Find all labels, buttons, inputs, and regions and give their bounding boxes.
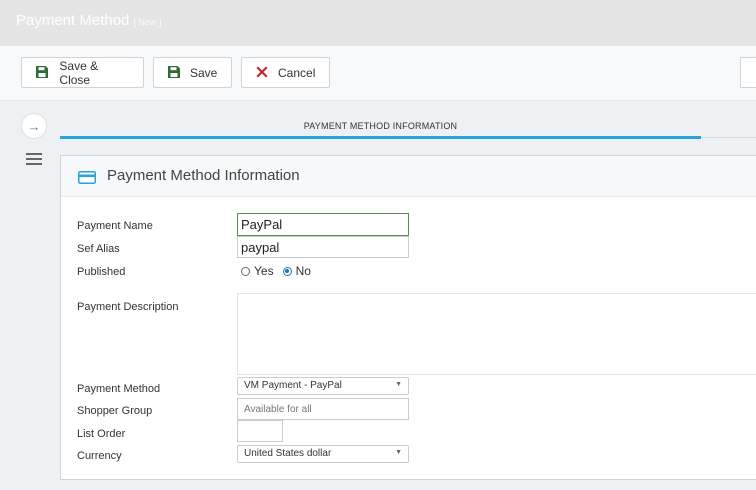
- payment-name-label: Payment Name: [77, 220, 153, 232]
- active-tab-indicator: [60, 136, 701, 139]
- tab-payment-method-information[interactable]: PAYMENT METHOD INFORMATION: [60, 121, 701, 131]
- panel-header: Payment Method Information: [61, 156, 756, 197]
- list-order-label: List Order: [77, 428, 126, 440]
- credit-card-icon: [78, 171, 96, 189]
- payment-method-select[interactable]: VM Payment - PayPal ▼: [237, 377, 409, 395]
- toolbar: Save & Close Save Cancel: [0, 46, 756, 101]
- page-title-text: Payment Method: [16, 12, 130, 29]
- panel-title: Payment Method Information: [107, 167, 300, 184]
- published-no-label: No: [295, 264, 311, 278]
- payment-description-label: Payment Description: [77, 301, 179, 313]
- published-no-radio[interactable]: [282, 266, 292, 276]
- payment-method-panel: Payment Method Information Payment Name …: [60, 155, 756, 480]
- chevron-down-icon: ▼: [395, 381, 402, 388]
- currency-value: United States dollar: [244, 448, 332, 459]
- sef-alias-label: Sef Alias: [77, 243, 120, 255]
- shopper-group-input[interactable]: [237, 398, 409, 420]
- payment-method-value: VM Payment - PayPal: [244, 380, 342, 391]
- hamburger-menu-icon[interactable]: [26, 153, 42, 165]
- currency-select[interactable]: United States dollar ▼: [237, 445, 409, 463]
- arrow-right-icon: →: [27, 118, 41, 134]
- top-bar: Payment Method[ New ]: [0, 0, 756, 46]
- save-and-close-label: Save & Close: [59, 58, 99, 87]
- sef-alias-input[interactable]: [237, 236, 409, 258]
- list-order-input[interactable]: [237, 420, 283, 442]
- published-yes-radio[interactable]: [241, 266, 250, 276]
- published-radio-group: Yes No: [241, 264, 311, 278]
- published-label: Published: [77, 266, 126, 278]
- floppy-disk-icon: [36, 65, 49, 80]
- payment-method-label: Payment Method: [77, 383, 161, 395]
- status-badge: [ New ]: [133, 17, 162, 27]
- sidebar-toggle-button[interactable]: →: [21, 113, 47, 139]
- cancel-button[interactable]: Cancel: [241, 57, 330, 88]
- x-icon: [256, 65, 268, 80]
- save-and-close-button[interactable]: Save & Close: [21, 57, 144, 88]
- save-label: Save: [190, 65, 218, 80]
- chevron-down-icon: ▼: [395, 449, 402, 456]
- floppy-disk-icon: [168, 65, 180, 80]
- tab-divider: [701, 137, 756, 138]
- published-yes-label: Yes: [254, 264, 274, 278]
- toolbar-extra-button[interactable]: [740, 57, 756, 88]
- cancel-label: Cancel: [278, 65, 316, 80]
- payment-name-input[interactable]: [237, 213, 409, 236]
- currency-label: Currency: [77, 450, 122, 462]
- shopper-group-label: Shopper Group: [77, 405, 153, 417]
- page-title: Payment Method[ New ]: [16, 12, 161, 29]
- save-button[interactable]: Save: [153, 57, 232, 88]
- payment-description-textarea[interactable]: [237, 293, 756, 375]
